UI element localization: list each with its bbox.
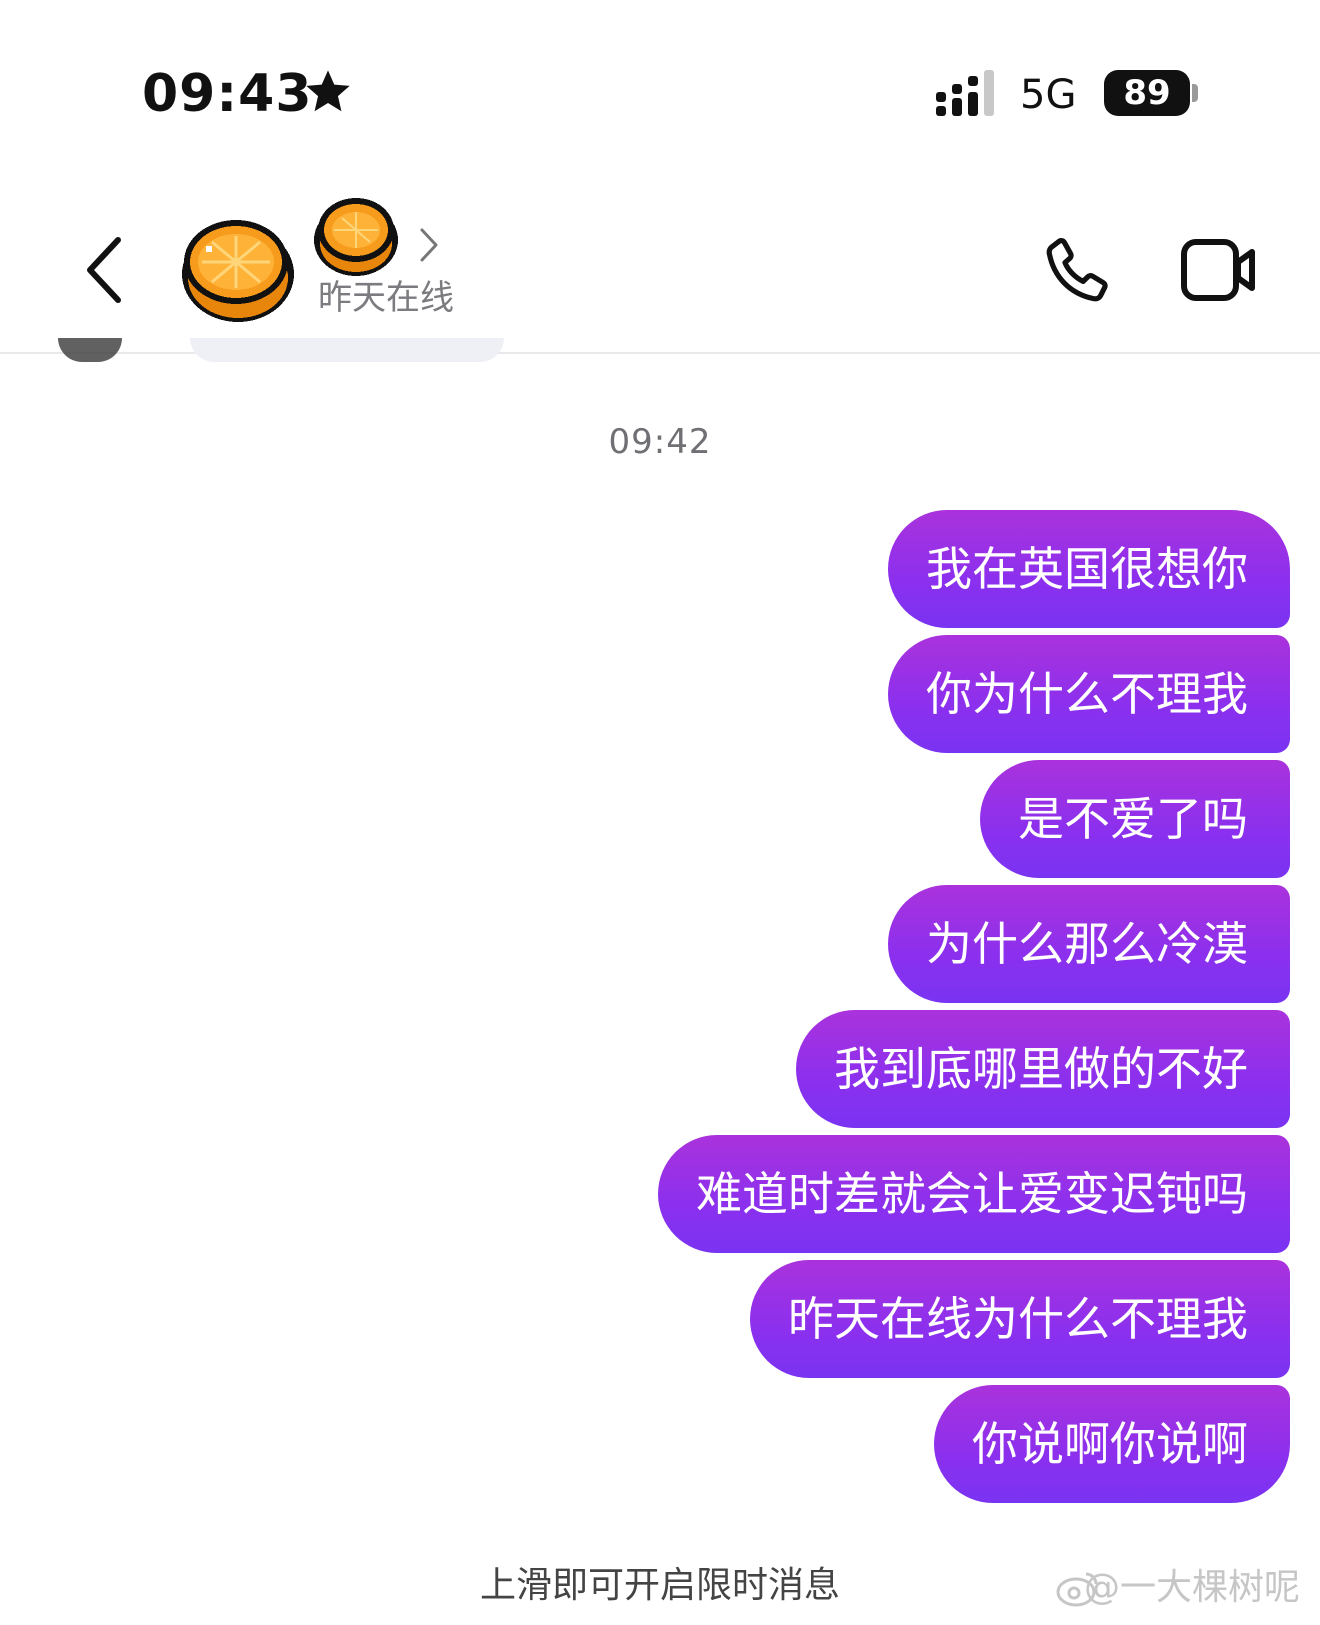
signal-icon bbox=[936, 70, 994, 116]
battery-indicator: 89 bbox=[1104, 70, 1190, 116]
previous-avatar bbox=[58, 338, 122, 362]
network-label: 5G bbox=[1020, 72, 1077, 118]
phone-call-icon[interactable] bbox=[1038, 232, 1116, 310]
battery-cap bbox=[1192, 84, 1198, 102]
status-time: 09:43 bbox=[142, 64, 313, 124]
back-chevron-icon[interactable] bbox=[80, 234, 130, 306]
previous-message-bubble bbox=[190, 338, 504, 362]
message-bubble[interactable]: 我到底哪里做的不好 bbox=[796, 1010, 1290, 1128]
orange-slice-small-icon[interactable] bbox=[312, 190, 402, 280]
message-bubble[interactable]: 为什么那么冷漠 bbox=[888, 885, 1290, 1003]
video-call-icon[interactable] bbox=[1180, 236, 1258, 304]
message-bubble[interactable]: 是不爱了吗 bbox=[980, 760, 1290, 878]
orange-slice-avatar[interactable] bbox=[178, 204, 302, 328]
message-bubble[interactable]: 我在英国很想你 bbox=[888, 510, 1290, 628]
star-icon bbox=[306, 70, 350, 112]
message-bubble[interactable]: 难道时差就会让爱变迟钝吗 bbox=[658, 1135, 1290, 1253]
chat-header: 昨天在线 bbox=[0, 180, 1320, 354]
message-timestamp: 09:42 bbox=[608, 422, 712, 462]
message-bubble[interactable]: 你为什么不理我 bbox=[888, 635, 1290, 753]
message-bubble[interactable]: 昨天在线为什么不理我 bbox=[750, 1260, 1290, 1378]
message-bubble[interactable]: 你说啊你说啊 bbox=[934, 1385, 1290, 1503]
chevron-right-icon[interactable] bbox=[418, 226, 440, 264]
watermark-text: @一大棵树呢 bbox=[1083, 1567, 1300, 1608]
presence-status: 昨天在线 bbox=[318, 278, 454, 318]
